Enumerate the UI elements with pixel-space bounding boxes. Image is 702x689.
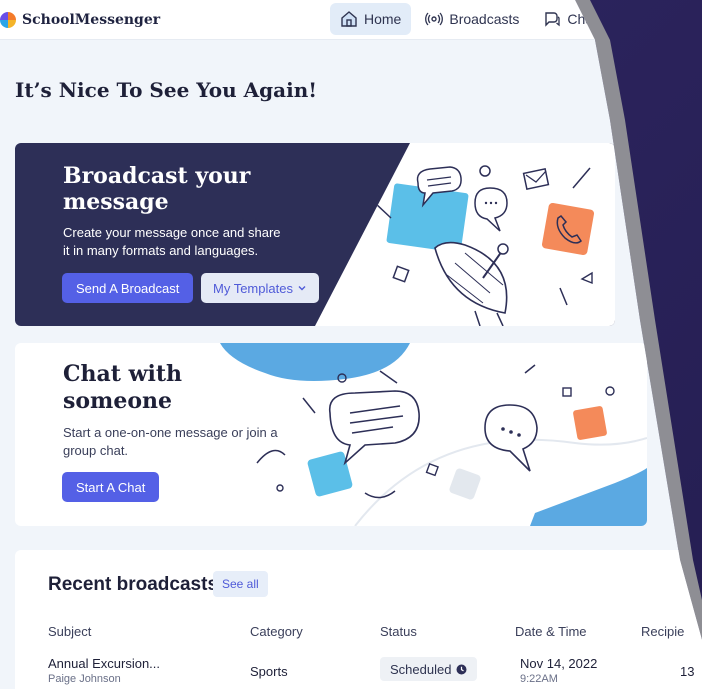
broadcast-icon — [425, 12, 444, 26]
satellite-dish-icon — [374, 165, 595, 326]
nav-home[interactable]: Home — [330, 3, 412, 35]
broadcast-card-title-1: Broadcast your — [63, 163, 251, 189]
chat-card: Chat with someone Start a one-on-one mes… — [15, 343, 647, 526]
chevron-down-icon — [298, 286, 306, 291]
broadcast-card-title-2: message — [63, 189, 169, 215]
start-chat-button[interactable]: Start A Chat — [62, 472, 160, 502]
row-subject[interactable]: Annual Excursion... — [48, 656, 160, 671]
column-header-category[interactable]: Category — [250, 624, 303, 639]
status-label: Scheduled — [390, 661, 452, 677]
row-recipients: 13 — [680, 664, 695, 679]
column-header-subject[interactable]: Subject — [48, 624, 91, 639]
status-badge: Scheduled — [380, 657, 478, 681]
nav-broadcasts-label: Broadcasts — [449, 11, 520, 27]
row-time: 9:22AM — [520, 673, 558, 685]
logo-icon — [0, 12, 16, 28]
app-name: SchoolMessenger — [22, 12, 161, 28]
see-all-button[interactable]: See all — [213, 571, 268, 597]
broadcast-illustration — [315, 143, 615, 326]
chat-card-title-1: Chat with — [63, 361, 183, 387]
row-date: Nov 14, 2022 — [520, 656, 598, 671]
clock-icon — [456, 664, 467, 674]
chat-card-desc-2: group chat. — [63, 443, 129, 458]
nav-broadcasts[interactable]: Broadcasts — [415, 3, 529, 35]
broadcast-card-desc-1: Create your message once and share — [63, 225, 281, 240]
row-author: Paige Johnson — [48, 673, 121, 685]
chat-icon — [545, 12, 561, 27]
chat-card-title-2: someone — [63, 388, 173, 414]
recent-broadcasts-title: Recent broadcasts — [48, 574, 219, 595]
recent-broadcasts-panel: Recent broadcasts See all Subject Catego… — [15, 550, 702, 689]
send-broadcast-button[interactable]: Send A Broadcast — [62, 273, 194, 303]
broadcast-card-desc-2: it in many formats and languages. — [63, 243, 259, 258]
broadcast-card: Broadcast your message Create your messa… — [15, 143, 615, 326]
column-header-date-time[interactable]: Date & Time — [515, 624, 587, 639]
chat-card-desc-1: Start a one-on-one message or join a — [63, 425, 278, 440]
home-icon — [341, 11, 357, 27]
app-logo[interactable]: SchoolMessenger — [0, 12, 160, 28]
nav-home-label: Home — [364, 11, 402, 27]
page-title: It’s Nice To See You Again! — [15, 78, 318, 102]
app-page: SchoolMessenger Home Broadcasts Chat It’… — [0, 0, 702, 689]
my-templates-button[interactable]: My Templates — [201, 273, 319, 303]
row-category: Sports — [250, 664, 288, 679]
my-templates-label: My Templates — [213, 280, 293, 296]
column-header-status[interactable]: Status — [380, 624, 417, 639]
column-header-recipients[interactable]: Recipie — [641, 624, 684, 639]
main-nav: Home Broadcasts Chat — [330, 3, 607, 35]
